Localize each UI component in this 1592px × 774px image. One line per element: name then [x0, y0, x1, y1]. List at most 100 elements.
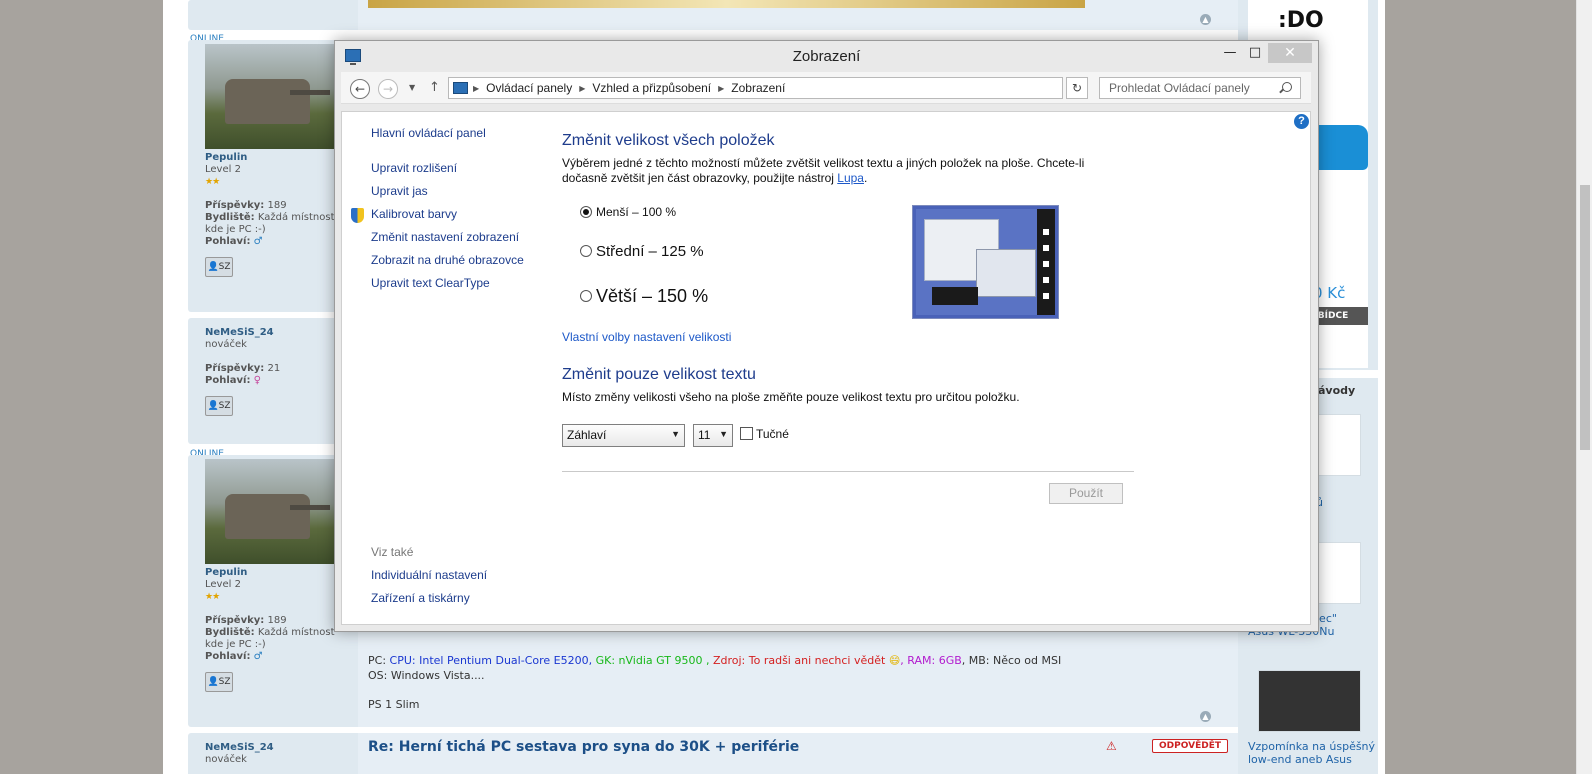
magnifier-link[interactable]: Lupa	[837, 171, 864, 185]
user-icon: 👤	[207, 401, 219, 411]
up-button[interactable]: ↑	[429, 80, 440, 95]
search-icon[interactable]	[1282, 82, 1292, 92]
chevron-down-icon: ▼	[409, 83, 416, 92]
breadcrumb: ▶ Ovládací panely ▶ Vzhled a přizpůsobení ▶ Z…	[473, 81, 785, 95]
posts-count: 21	[267, 363, 281, 374]
contest-heading: ávody	[1318, 384, 1356, 397]
size-option-small[interactable]: Menší – 100 %	[580, 205, 676, 219]
display-preview-image	[912, 205, 1059, 319]
residence-label: Bydliště:	[205, 627, 255, 638]
username-link[interactable]: Pepulin	[205, 567, 335, 579]
user-info: Pepulin Level 2 ★★ Příspěvky: 189 Bydliš…	[205, 567, 335, 663]
apply-button[interactable]: Použít	[1049, 483, 1123, 504]
nav-project-second-screen[interactable]: Zobrazit na druhé obrazovce	[371, 253, 524, 267]
chevron-right-icon[interactable]: ▶	[579, 84, 585, 93]
custom-sizing-link[interactable]: Vlastní volby nastavení velikosti	[562, 330, 731, 344]
element-select[interactable]: Záhlaví ▼	[562, 424, 685, 447]
username-link[interactable]: Pepulin	[205, 152, 335, 164]
post-banner-image	[368, 0, 1085, 8]
text-size-heading: Změnit pouze velikost textu	[562, 366, 756, 383]
residence-value: Každá místnost	[257, 627, 335, 638]
bold-checkbox[interactable]	[740, 427, 753, 441]
size-option-medium[interactable]: Střední – 125 %	[580, 243, 704, 260]
chevron-right-icon[interactable]: ▶	[718, 84, 724, 93]
private-message-button[interactable]: 👤SZ	[205, 672, 233, 692]
maximize-button[interactable]: □	[1245, 43, 1265, 63]
reply-button[interactable]: ODPOVĚDĚT	[1152, 739, 1228, 753]
chevron-right-icon: ▶	[473, 84, 480, 93]
minimize-button[interactable]: —	[1220, 43, 1240, 63]
bold-checkbox-row[interactable]: Tučné	[740, 427, 789, 441]
page-scrollbar[interactable]	[1576, 0, 1592, 774]
arrow-right-icon: →	[382, 82, 394, 96]
username-link[interactable]: NeMeSiS_24	[205, 327, 335, 339]
avatar[interactable]	[205, 459, 335, 564]
size-option-large[interactable]: Větší – 150 %	[580, 286, 708, 307]
nav-control-panel-home[interactable]: Hlavní ovládací panel	[371, 126, 486, 140]
address-bar: ← → ▼ ↑ ▶ Ovládací panely ▶ Vzhled a přizpů…	[341, 72, 1311, 104]
radio-unselected[interactable]	[580, 245, 592, 258]
posts-count: 189	[267, 200, 287, 211]
post-title[interactable]: Re: Herní tichá PC sestava pro syna do 3…	[368, 739, 799, 755]
nav-adjust-resolution[interactable]: Upravit rozlišení	[371, 161, 457, 175]
posts-label: Příspěvky:	[205, 363, 265, 374]
bold-label: Tučné	[756, 427, 789, 441]
chevron-down-icon: ▼	[671, 429, 680, 439]
refresh-icon: ↻	[1071, 81, 1083, 95]
residence-value-cont: kde je PC :-)	[205, 224, 266, 235]
window-title: Zobrazení	[792, 48, 861, 65]
address-field[interactable]: ▶ Ovládací panely ▶ Vzhled a přizpůsobení ▶ Z…	[448, 77, 1160, 99]
nav-adjust-brightness[interactable]: Upravit jas	[371, 184, 428, 198]
arrow-left-icon: ←	[354, 82, 366, 96]
graphics-card-image[interactable]	[1258, 670, 1361, 732]
scrollbar-thumb[interactable]	[1580, 185, 1590, 450]
avatar[interactable]	[205, 44, 335, 149]
forward-button[interactable]: →	[378, 79, 398, 99]
shield-icon	[351, 208, 364, 223]
text-size-description: Místo změny velikosti všeho na ploše změ…	[562, 390, 1020, 404]
gender-label: Pohlaví:	[205, 651, 251, 662]
contest-link[interactable]: low-end aneb Asus	[1248, 753, 1352, 766]
nav-adjust-cleartype[interactable]: Upravit text ClearType	[371, 276, 490, 290]
private-message-button[interactable]: 👤SZ	[205, 257, 233, 277]
breadcrumb-item[interactable]: Vzhled a přizpůsobení	[592, 81, 711, 95]
refresh-button[interactable]: ↻	[1066, 77, 1088, 99]
user-rank: Level 2	[205, 579, 241, 590]
title-bar[interactable]: Zobrazení — □ ✕	[335, 41, 1318, 71]
contest-link[interactable]: lec"	[1316, 612, 1337, 625]
font-size-select[interactable]: 11 ▼	[693, 424, 733, 447]
help-button[interactable]: ?	[1294, 114, 1309, 129]
breadcrumb-item[interactable]: Zobrazení	[731, 81, 785, 95]
recent-locations-button[interactable]: ▼	[409, 83, 415, 92]
posts-count: 189	[267, 615, 287, 626]
user-info: NeMeSiS_24 nováček	[205, 742, 335, 766]
back-to-top-icon[interactable]: ▲	[1200, 14, 1211, 25]
private-message-button[interactable]: 👤SZ	[205, 396, 233, 416]
nav-change-display-settings[interactable]: Změnit nastavení zobrazení	[371, 230, 519, 244]
user-rank: nováček	[205, 754, 247, 765]
radio-selected[interactable]	[580, 205, 592, 218]
post-content: Re: Herní tichá PC sestava pro syna do 3…	[358, 733, 1238, 774]
report-icon[interactable]: ⚠	[1106, 739, 1117, 753]
back-to-top-icon[interactable]: ▲	[1200, 711, 1211, 722]
nav-personalization[interactable]: Individuální nastavení	[371, 568, 487, 582]
laughing-emoji-icon: 😄	[888, 654, 901, 667]
forum-post: Re: Herní tichá PC sestava pro syna do 3…	[188, 733, 1238, 774]
close-button[interactable]: ✕	[1268, 43, 1312, 63]
arrow-up-icon: ↑	[429, 80, 440, 95]
nav-devices-printers[interactable]: Zařízení a tiskárny	[371, 591, 470, 605]
contest-link[interactable]: Vzpomínka na úspěšný	[1248, 740, 1375, 753]
control-panel-icon	[453, 82, 468, 94]
nav-calibrate-color[interactable]: Kalibrovat barvy	[371, 207, 457, 221]
gender-label: Pohlaví:	[205, 236, 251, 247]
window-content: ? Hlavní ovládací panel Upravit rozlišen…	[341, 111, 1311, 625]
search-input[interactable]: Prohledat Ovládací panely	[1099, 77, 1301, 99]
user-icon: 👤	[207, 262, 219, 272]
display-settings-window: Zobrazení — □ ✕ ← → ▼ ↑ ▶ Ovládací panely…	[334, 40, 1319, 632]
breadcrumb-item[interactable]: Ovládací panely	[486, 81, 572, 95]
rank-stars-icon: ★★	[205, 177, 220, 187]
radio-unselected[interactable]	[580, 290, 592, 303]
signature-pc-line: PC: CPU: Intel Pentium Dual-Core E5200, …	[368, 654, 1062, 667]
username-link[interactable]: NeMeSiS_24	[205, 742, 335, 754]
back-button[interactable]: ←	[350, 79, 370, 99]
